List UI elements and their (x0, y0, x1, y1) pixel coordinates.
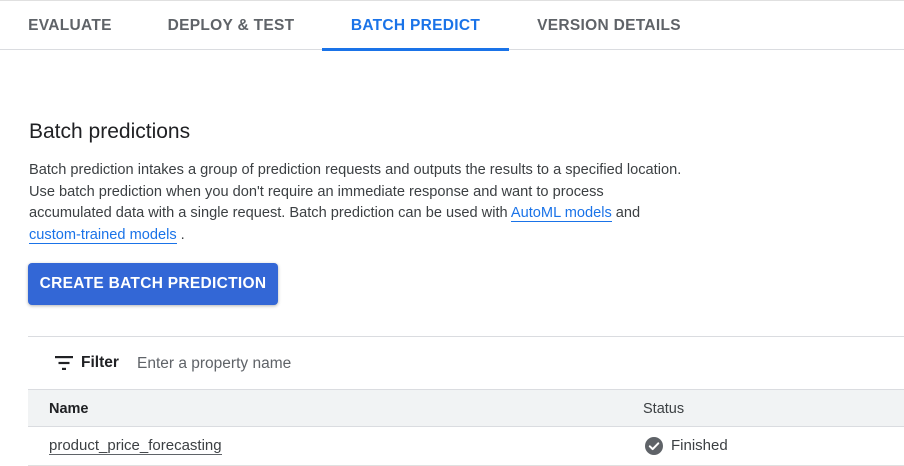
column-header-name[interactable]: Name (49, 401, 89, 417)
filter-input[interactable] (135, 351, 439, 377)
check-circle-icon (645, 437, 663, 455)
page: EVALUATE DEPLOY & TEST BATCH PREDICT VER… (0, 0, 904, 466)
tab-batch-predict[interactable]: BATCH PREDICT (322, 1, 509, 51)
tab-evaluate[interactable]: EVALUATE (0, 1, 140, 50)
tab-deploy-test[interactable]: DEPLOY & TEST (140, 1, 322, 50)
filter-label: Filter (81, 354, 119, 371)
automl-models-link[interactable]: AutoML models (510, 205, 612, 222)
page-title: Batch predictions (29, 120, 191, 143)
description-text-2: and (611, 205, 641, 221)
filter-bar: Filter (28, 337, 904, 389)
table-header: Name Status (28, 389, 904, 427)
table-row: product_price_forecasting Finished (28, 427, 904, 466)
description-text-3: . (176, 226, 185, 243)
prediction-name-link[interactable]: product_price_forecasting (49, 437, 222, 455)
batch-predictions-table: Filter Name Status product_price_forecas… (28, 336, 904, 466)
status-text: Finished (671, 437, 728, 454)
description: Batch prediction intakes a group of pred… (29, 160, 689, 246)
tab-version-details[interactable]: VERSION DETAILS (509, 1, 709, 50)
tab-bar: EVALUATE DEPLOY & TEST BATCH PREDICT VER… (0, 0, 904, 51)
column-header-status[interactable]: Status (643, 401, 684, 417)
filter-icon[interactable] (55, 356, 73, 370)
create-batch-prediction-button[interactable]: CREATE BATCH PREDICTION (28, 263, 278, 305)
custom-trained-models-link[interactable]: custom-trained models (29, 226, 177, 244)
